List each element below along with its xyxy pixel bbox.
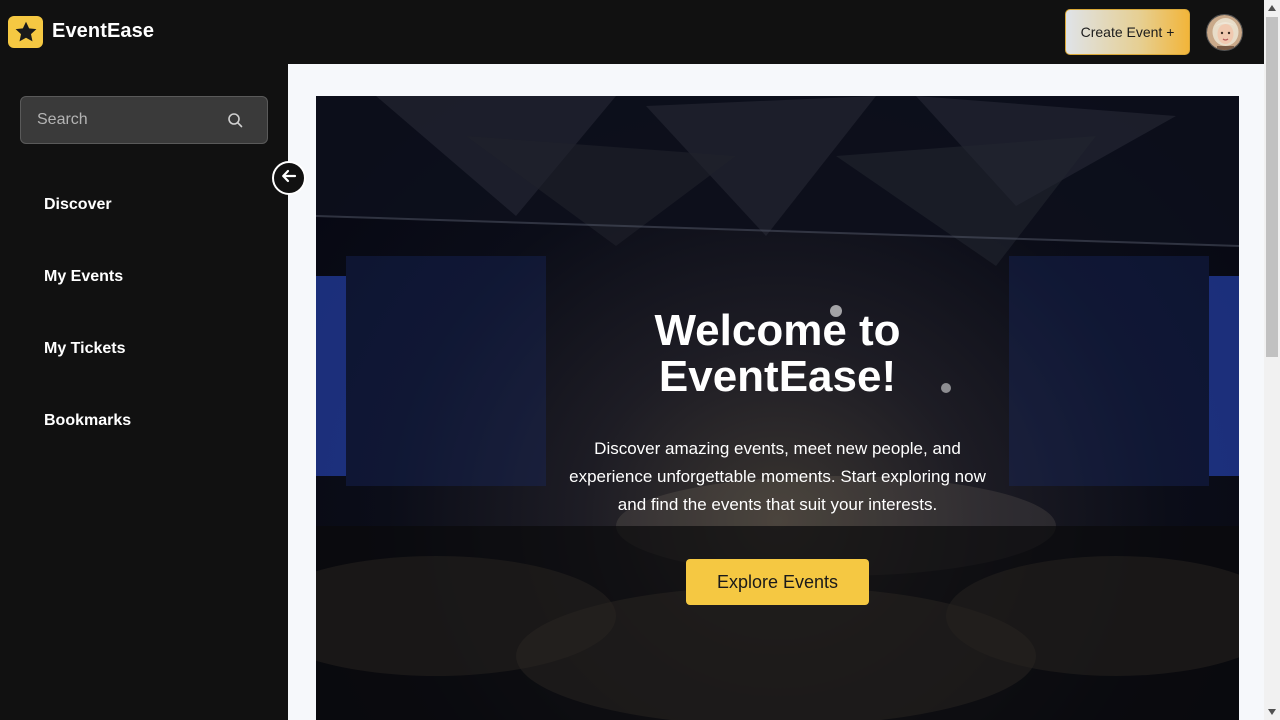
scrollbar-thumb[interactable] — [1266, 17, 1278, 357]
sidebar-item-bookmarks[interactable]: Bookmarks — [44, 412, 131, 430]
sidebar-item-my-tickets[interactable]: My Tickets — [44, 340, 126, 358]
hero-subtitle: Discover amazing events, meet new people… — [316, 435, 1239, 519]
app-name[interactable]: EventEase — [52, 20, 154, 43]
hero-subtitle-line-3: and find the events that suit your inter… — [617, 495, 938, 514]
arrow-left-icon — [280, 167, 298, 190]
create-event-button[interactable]: Create Event + — [1065, 9, 1190, 55]
scroll-up-arrow-icon[interactable] — [1264, 0, 1280, 16]
user-avatar[interactable] — [1206, 14, 1243, 51]
hero-subtitle-line-1: Discover amazing events, meet new people… — [594, 439, 961, 458]
sidebar-item-my-events[interactable]: My Events — [44, 268, 123, 286]
top-bar: EventEase Create Event + — [0, 0, 1264, 64]
sidebar: Discover My Events My Tickets Bookmarks — [0, 64, 288, 720]
collapse-sidebar-button[interactable] — [272, 161, 306, 195]
hero-title: Welcome to EventEase! — [316, 308, 1239, 400]
hero-title-line-1: Welcome to — [654, 306, 901, 355]
hero-background-image — [316, 96, 1239, 720]
hero-title-line-2: EventEase! — [658, 352, 897, 401]
hero-subtitle-line-2: experience unforgettable moments. Start … — [569, 467, 986, 486]
main-content: Welcome to EventEase! Discover amazing e… — [288, 64, 1264, 720]
scroll-down-arrow-icon[interactable] — [1264, 704, 1280, 720]
page-scrollbar[interactable] — [1264, 0, 1280, 720]
search-box[interactable] — [20, 96, 268, 144]
explore-events-button[interactable]: Explore Events — [686, 559, 869, 605]
sidebar-item-discover[interactable]: Discover — [44, 196, 112, 214]
hero-banner: Welcome to EventEase! Discover amazing e… — [316, 96, 1239, 720]
search-icon[interactable] — [227, 112, 243, 128]
search-input[interactable] — [37, 97, 227, 143]
star-icon[interactable] — [8, 16, 43, 48]
